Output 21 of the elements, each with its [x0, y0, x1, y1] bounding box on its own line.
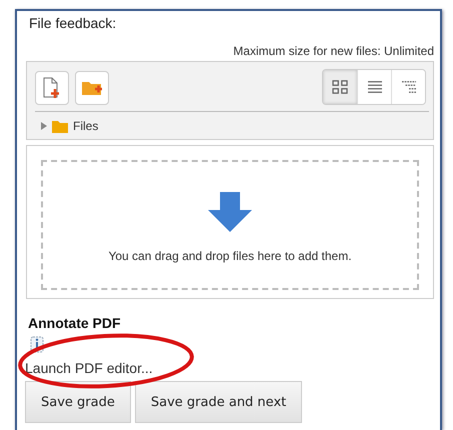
icon-view-button[interactable]: [323, 70, 357, 104]
drop-zone[interactable]: You can drag and drop files here to add them.: [26, 145, 434, 299]
create-folder-button[interactable]: [75, 71, 109, 105]
annotate-title: Annotate PDF: [28, 315, 121, 331]
folder-plus-icon: [81, 80, 103, 96]
list-view-button[interactable]: [357, 70, 391, 104]
folder-icon: [52, 120, 68, 132]
save-button[interactable]: Save grade: [25, 381, 131, 423]
drop-hint-text: You can drag and drop files here to add them.: [108, 249, 352, 263]
folder-label[interactable]: Files: [73, 119, 98, 133]
icon-view-icon: [332, 80, 348, 94]
section-title: File feedback:: [29, 15, 116, 31]
file-plus-icon: [43, 77, 61, 99]
down-arrow-icon: [208, 192, 252, 232]
expand-arrow-icon[interactable]: [41, 122, 47, 130]
tree-view-icon: [400, 80, 416, 94]
max-size-text: Maximum size for new files: Unlimited: [233, 44, 434, 58]
list-view-icon: [366, 80, 382, 94]
save-button[interactable]: Save grade and next: [134, 381, 302, 423]
add-file-button[interactable]: [35, 71, 69, 105]
tree-view-button[interactable]: [391, 70, 425, 104]
